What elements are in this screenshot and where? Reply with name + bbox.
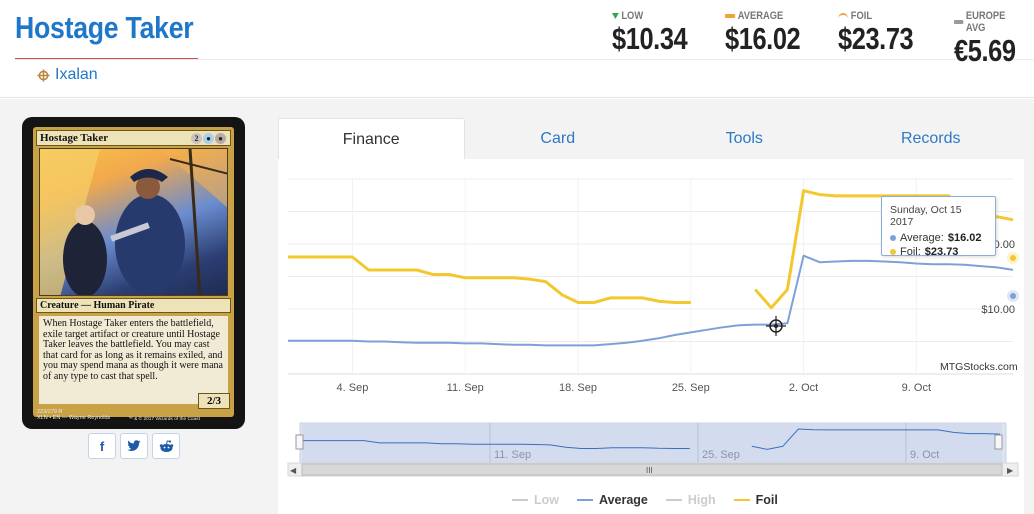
card-collector-info: 223/279 R XLN • EN — Wayne Reynolds: [37, 409, 111, 421]
reddit-icon: [159, 439, 173, 452]
compass-marker-icon: [766, 316, 786, 336]
chart-watermark: MTGStocks.com: [940, 361, 1018, 373]
scroll-left-icon[interactable]: ◀: [290, 466, 297, 475]
card-image[interactable]: Hostage Taker 2 ● ● Creature — Human Pir…: [22, 117, 245, 429]
card-power-toughness: 2/3: [198, 393, 230, 409]
x-tick-label: 25. Sep: [672, 382, 710, 394]
facebook-icon: f: [99, 438, 105, 454]
price-low-value: $10.34: [612, 21, 688, 56]
mana-cost: 2 ● ●: [191, 133, 226, 144]
scroll-grip-icon: III: [646, 466, 653, 475]
chart-tooltip: Sunday, Oct 15 2017 Average: $16.02 Foil:…: [881, 196, 996, 258]
flat-indicator-icon: [954, 20, 964, 24]
twitter-icon: [127, 440, 141, 451]
tooltip-average-value: $16.02: [947, 232, 982, 244]
navigator-left-handle[interactable]: [295, 434, 304, 450]
legend-item-high[interactable]: High: [665, 493, 716, 507]
card-rules-text: When Hostage Taker enters the battlefiel…: [39, 316, 228, 404]
price-europe: EUROPE AVG €5.69: [954, 10, 1034, 68]
reddit-share-button[interactable]: r: [152, 433, 180, 459]
share-buttons: f t r: [88, 433, 180, 459]
x-axis: 4. Sep 11. Sep 18. Sep 25. Sep 2. Oct 9. Oct: [337, 382, 931, 394]
set-link[interactable]: Ixalan: [37, 66, 98, 84]
x-tick-label: 18. Sep: [559, 382, 597, 394]
x-tick-label: 4. Sep: [337, 382, 369, 394]
mana-blue-icon: ●: [203, 133, 214, 144]
set-symbol-icon: [37, 68, 50, 82]
flat-indicator-icon: [725, 14, 736, 18]
legend-line-icon: [733, 499, 750, 501]
range-navigator[interactable]: 11. Sep 25. Sep 9. Oct ◀ ▶ III: [287, 422, 1019, 477]
price-foil-value: $23.73: [838, 21, 914, 56]
set-name[interactable]: Ixalan: [55, 66, 98, 84]
tab-tools[interactable]: Tools: [651, 118, 838, 160]
navigator-label: 25. Sep: [702, 449, 740, 461]
average-dot-icon: [890, 235, 896, 241]
card-title: Hostage Taker: [15, 10, 194, 45]
navigator-label: 9. Oct: [910, 449, 939, 461]
mana-black-icon: ●: [215, 133, 226, 144]
price-foil: FOIL $23.73: [838, 10, 930, 56]
page-header: Hostage Taker Ixalan LOW $10.34 AVERAGE …: [0, 0, 1034, 98]
card-artwork: [39, 148, 228, 296]
card-name: Hostage Taker: [40, 132, 109, 144]
y-tick-label: $10.00: [981, 304, 1015, 316]
scroll-right-icon[interactable]: ▶: [1007, 466, 1014, 475]
price-europe-label: EUROPE AVG: [965, 10, 1006, 34]
card-type-line: Creature — Human Pirate: [36, 298, 231, 313]
tab-card[interactable]: Card: [465, 118, 652, 160]
twitter-share-button[interactable]: t: [120, 433, 148, 459]
tooltip-foil-value: $23.73: [924, 246, 959, 258]
down-arrow-icon: [612, 13, 619, 19]
hover-point-average: [1010, 293, 1016, 299]
price-low: LOW $10.34: [612, 10, 704, 56]
header-divider: [15, 59, 1034, 60]
tooltip-date: Sunday, Oct 15 2017: [890, 204, 962, 228]
hover-point-foil: [1010, 255, 1016, 261]
detail-tabs: Finance Card Tools Records: [278, 118, 1024, 160]
foil-indicator-icon: [838, 13, 849, 19]
x-tick-label: 2. Oct: [789, 382, 818, 394]
tab-finance[interactable]: Finance: [278, 118, 465, 160]
navigator-right-handle[interactable]: [994, 434, 1003, 450]
legend-line-icon: [512, 499, 528, 501]
legend-item-foil[interactable]: Foil: [733, 493, 778, 507]
foil-dot-icon: [890, 249, 896, 255]
legend-line-icon: [577, 499, 593, 501]
x-tick-label: 9. Oct: [902, 382, 931, 394]
legend-item-average[interactable]: Average: [577, 493, 648, 507]
tab-records[interactable]: Records: [838, 118, 1025, 160]
navigator-label: 11. Sep: [494, 449, 531, 461]
price-europe-value: €5.69: [954, 33, 1016, 68]
price-average-value: $16.02: [725, 21, 801, 56]
legend-item-low[interactable]: Low: [512, 493, 559, 507]
price-average: AVERAGE $16.02: [725, 10, 817, 56]
x-tick-label: 11. Sep: [447, 382, 484, 394]
mana-generic-icon: 2: [191, 133, 202, 144]
facebook-share-button[interactable]: f: [88, 433, 116, 459]
legend-line-icon: [665, 499, 682, 501]
card-name-bar: Hostage Taker 2 ● ●: [36, 130, 231, 146]
chart-legend: Low Average High Foil: [512, 493, 778, 507]
card-copyright: ™ & © 2017 Wizards of the Coast: [127, 417, 200, 422]
